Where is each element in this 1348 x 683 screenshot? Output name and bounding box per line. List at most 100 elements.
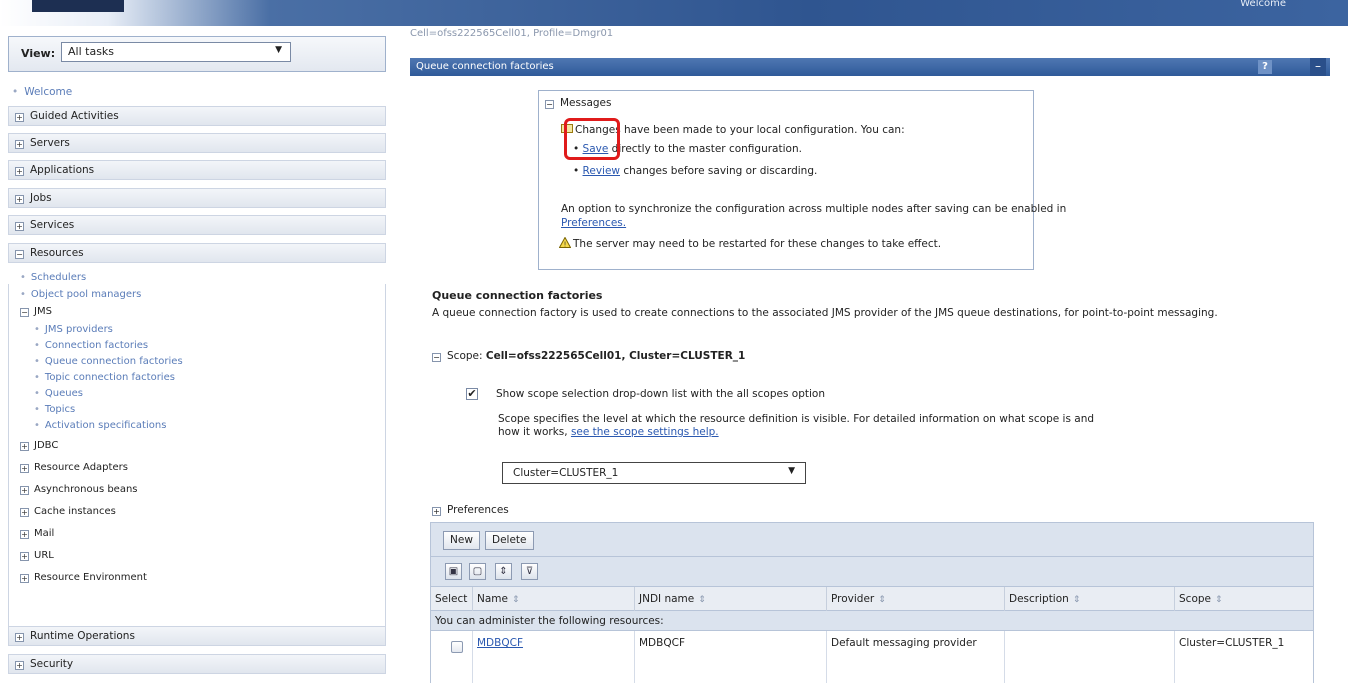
messages-header[interactable]: − Messages	[545, 97, 612, 109]
table-info-row: You can administer the following resourc…	[431, 611, 1313, 631]
nav-item-resource-environment[interactable]: + Resource Environment	[20, 572, 147, 583]
row-jndi-cell: MDBQCF	[635, 631, 827, 683]
clear-filter-icon[interactable]: ⊽	[521, 563, 538, 580]
views-dropdown[interactable]: All tasks ▼	[61, 42, 291, 62]
expand-icon: +	[432, 507, 441, 516]
warning-icon: !	[559, 237, 571, 248]
column-header-description[interactable]: Description ⇕	[1005, 587, 1175, 611]
nav-category-jobs[interactable]: + Jobs	[8, 188, 386, 208]
nav-item-cache-instances[interactable]: + Cache instances	[20, 506, 116, 517]
expand-icon: +	[15, 113, 24, 122]
nav-item-topics[interactable]: • Topics	[34, 404, 75, 415]
help-icon[interactable]: ?	[1258, 60, 1272, 74]
nav-category-guided-activities[interactable]: + Guided Activities	[8, 106, 386, 126]
changes-text: Changes have been made to your local con…	[575, 124, 905, 136]
nav-item-mail[interactable]: + Mail	[20, 528, 54, 539]
views-bar: View: All tasks ▼	[8, 36, 386, 72]
nav-item-label: Schedulers	[30, 272, 87, 283]
dropdown-arrow-icon: ▼	[275, 45, 282, 55]
row-provider-cell: Default messaging provider	[827, 631, 1005, 683]
sort-icon: ⇕	[878, 595, 886, 605]
row-select-cell	[431, 631, 473, 683]
review-link[interactable]: Review	[583, 165, 620, 177]
nav-item-queue-connection-factories[interactable]: • Queue connection factories	[34, 356, 183, 367]
nav-item-asynchronous-beans[interactable]: + Asynchronous beans	[20, 484, 138, 495]
nav-item-resource-adapters[interactable]: + Resource Adapters	[20, 462, 128, 473]
nav-item-label: Cache instances	[34, 506, 116, 517]
nav-welcome-label: Welcome	[24, 86, 73, 98]
bullet-icon: •	[34, 340, 40, 351]
messages-box: − Messages Changes have been made to your…	[538, 90, 1066, 270]
nav-item-jdbc[interactable]: + JDBC	[20, 440, 58, 451]
preferences-toggle[interactable]: + Preferences	[432, 504, 509, 516]
row-checkbox[interactable]	[451, 641, 463, 653]
scope-help-link[interactable]: see the scope settings help.	[571, 426, 719, 438]
nav-item-url[interactable]: + URL	[20, 550, 54, 561]
show-scope-checkbox[interactable]: ✔	[466, 388, 478, 400]
nav-category-runtime-operations[interactable]: + Runtime Operations	[8, 626, 386, 646]
delete-button[interactable]: Delete	[485, 531, 534, 550]
nav-item-jms-providers[interactable]: • JMS providers	[34, 324, 113, 335]
nav-item-label: Resource Environment	[34, 572, 147, 583]
review-message: • Review changes before saving or discar…	[573, 165, 818, 177]
bullet-icon: •	[34, 388, 40, 399]
nav-item-label: Resource Adapters	[34, 462, 128, 473]
new-button[interactable]: New	[443, 531, 480, 550]
row-description-cell	[1005, 631, 1175, 683]
save-text: directly to the master configuration.	[611, 143, 802, 155]
button-bar: New Delete	[431, 523, 1313, 557]
nav-category-services[interactable]: + Services	[8, 215, 386, 235]
scope-line[interactable]: − Scope: Cell=ofss222565Cell01, Cluster=C…	[432, 350, 745, 362]
column-label: Select	[435, 593, 468, 605]
nav-category-resources[interactable]: − Resources	[8, 243, 386, 263]
table-toolbar: ▣ ▢ ⇕ ⊽	[431, 557, 1313, 587]
expand-icon: +	[15, 633, 24, 642]
show-filter-icon[interactable]: ⇕	[495, 563, 512, 580]
column-header-select: Select	[431, 587, 473, 611]
sort-icon: ⇕	[698, 595, 706, 605]
sort-icon: ⇕	[1215, 595, 1223, 605]
deselect-all-icon[interactable]: ▢	[469, 563, 486, 580]
nav-welcome-link[interactable]: • Welcome	[12, 86, 72, 98]
nav-item-queues[interactable]: • Queues	[34, 388, 83, 399]
nav-item-label: Topics	[44, 404, 76, 415]
nav-item-activation-specifications[interactable]: • Activation specifications	[34, 420, 166, 431]
nav-item-label: Connection factories	[44, 340, 149, 351]
collapse-icon: −	[432, 353, 441, 362]
column-header-name[interactable]: Name ⇕	[473, 587, 635, 611]
bullet-icon: •	[34, 404, 40, 415]
column-header-provider[interactable]: Provider ⇕	[827, 587, 1005, 611]
select-all-icon[interactable]: ▣	[445, 563, 462, 580]
expand-icon: +	[15, 167, 24, 176]
bullet-icon: •	[34, 356, 40, 367]
dropdown-arrow-icon: ▼	[788, 466, 795, 476]
expand-icon: +	[20, 552, 29, 561]
nav-item-schedulers[interactable]: • Schedulers	[20, 272, 86, 283]
scope-dropdown[interactable]: Cluster=CLUSTER_1 ▼	[502, 462, 806, 484]
top-banner: Welcome	[0, 0, 1348, 26]
welcome-text: Welcome	[1240, 0, 1286, 9]
expand-icon: +	[20, 442, 29, 451]
nav-category-applications[interactable]: + Applications	[8, 160, 386, 180]
sort-icon: ⇕	[511, 595, 520, 605]
nav-item-label: Topic connection factories	[44, 372, 175, 383]
nav-item-label: Queues	[44, 388, 83, 399]
sync-text: An option to synchronize the configurati…	[561, 203, 1067, 215]
expand-icon: +	[20, 574, 29, 583]
column-header-scope[interactable]: Scope ⇕	[1175, 587, 1313, 611]
nav-category-label: Security	[30, 658, 74, 670]
column-header-jndi-name[interactable]: JNDI name ⇕	[635, 587, 827, 611]
nav-category-servers[interactable]: + Servers	[8, 133, 386, 153]
minimize-icon[interactable]: –	[1310, 58, 1326, 76]
column-label: Name	[477, 593, 508, 605]
nav-item-label: Mail	[34, 528, 55, 539]
preferences-link[interactable]: Preferences.	[561, 217, 626, 229]
nav-item-connection-factories[interactable]: • Connection factories	[34, 340, 148, 351]
nav-item-label: JMS	[34, 306, 52, 317]
nav-item-object-pool-managers[interactable]: • Object pool managers	[20, 289, 141, 300]
table-row: MDBQCF MDBQCF Default messaging provider…	[431, 631, 1313, 683]
nav-category-security[interactable]: + Security	[8, 654, 386, 674]
row-name-link[interactable]: MDBQCF	[477, 637, 523, 649]
nav-item-topic-connection-factories[interactable]: • Topic connection factories	[34, 372, 175, 383]
nav-item-jms[interactable]: − JMS	[20, 306, 52, 317]
